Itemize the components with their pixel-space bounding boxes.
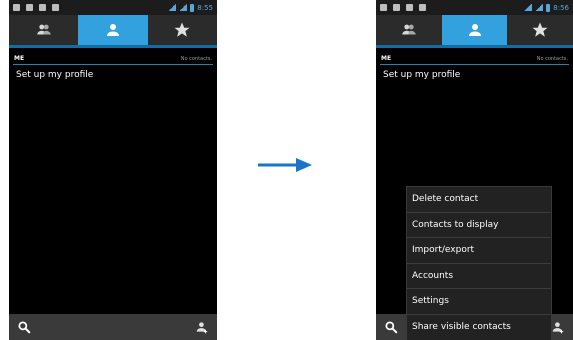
star-icon	[174, 22, 190, 37]
section-header: ME No contacts.	[376, 53, 573, 64]
tab-groups[interactable]	[9, 15, 78, 45]
transition-arrow	[258, 158, 312, 172]
tab-bar	[9, 15, 217, 45]
phone-screen-right: 8:56 ME No contacts. Set up my profile D…	[376, 0, 573, 340]
tab-me[interactable]	[441, 15, 508, 45]
notification-icon	[380, 4, 387, 11]
signal-icon-2	[535, 4, 544, 11]
star-icon	[532, 22, 548, 37]
tab-groups[interactable]	[376, 15, 442, 45]
tab-indicator	[376, 45, 573, 48]
phone-screen-left: 8:55 ME No contacts. Set up my profile	[9, 0, 217, 340]
menu-item-contacts-to-display[interactable]: Contacts to display	[407, 213, 551, 238]
setup-profile-item[interactable]: Set up my profile	[16, 70, 93, 80]
usb-icon	[26, 4, 33, 11]
add-contact-icon[interactable]	[551, 320, 565, 334]
signal-icon	[168, 4, 177, 11]
bottom-action-bar	[9, 314, 217, 340]
warning-icon	[406, 4, 413, 11]
menu-item-settings[interactable]: Settings	[407, 289, 551, 315]
tab-indicator	[9, 45, 217, 48]
usb-icon	[393, 4, 400, 11]
setup-profile-item[interactable]: Set up my profile	[383, 70, 460, 80]
signal-icon	[524, 4, 533, 11]
status-time: 8:56	[553, 3, 569, 12]
search-icon[interactable]	[384, 320, 398, 334]
section-divider	[13, 64, 213, 65]
person-icon	[106, 24, 119, 36]
empty-text: No contacts.	[536, 55, 568, 62]
search-icon[interactable]	[17, 320, 31, 334]
android-icon	[419, 4, 426, 11]
notification-icon	[13, 4, 20, 11]
battery-icon	[546, 3, 551, 12]
person-icon	[468, 24, 481, 36]
add-contact-icon[interactable]	[195, 320, 209, 334]
empty-text: No contacts.	[180, 55, 212, 62]
groups-icon	[36, 24, 51, 35]
section-label: ME	[381, 55, 392, 62]
warning-icon	[39, 4, 46, 11]
tab-me[interactable]	[78, 15, 148, 45]
groups-icon	[402, 24, 416, 35]
android-icon	[52, 4, 59, 11]
section-divider	[380, 64, 569, 65]
status-bar: 8:55	[9, 0, 217, 15]
menu-item-import-export[interactable]: Import/export	[407, 238, 551, 264]
battery-icon	[190, 3, 195, 12]
menu-item-share-visible-contacts[interactable]: Share visible contacts	[407, 315, 551, 340]
section-header: ME No contacts.	[9, 53, 217, 64]
status-time: 8:55	[197, 3, 213, 12]
tab-favorites[interactable]	[148, 15, 217, 45]
section-label: ME	[14, 55, 25, 62]
menu-item-accounts[interactable]: Accounts	[407, 264, 551, 289]
signal-icon-2	[179, 4, 188, 11]
tab-favorites[interactable]	[507, 15, 573, 45]
menu-item-delete-contact[interactable]: Delete contact	[407, 187, 551, 213]
tab-bar	[376, 15, 573, 45]
status-bar: 8:56	[376, 0, 573, 15]
overflow-menu: Delete contact Contacts to display Impor…	[406, 186, 552, 340]
